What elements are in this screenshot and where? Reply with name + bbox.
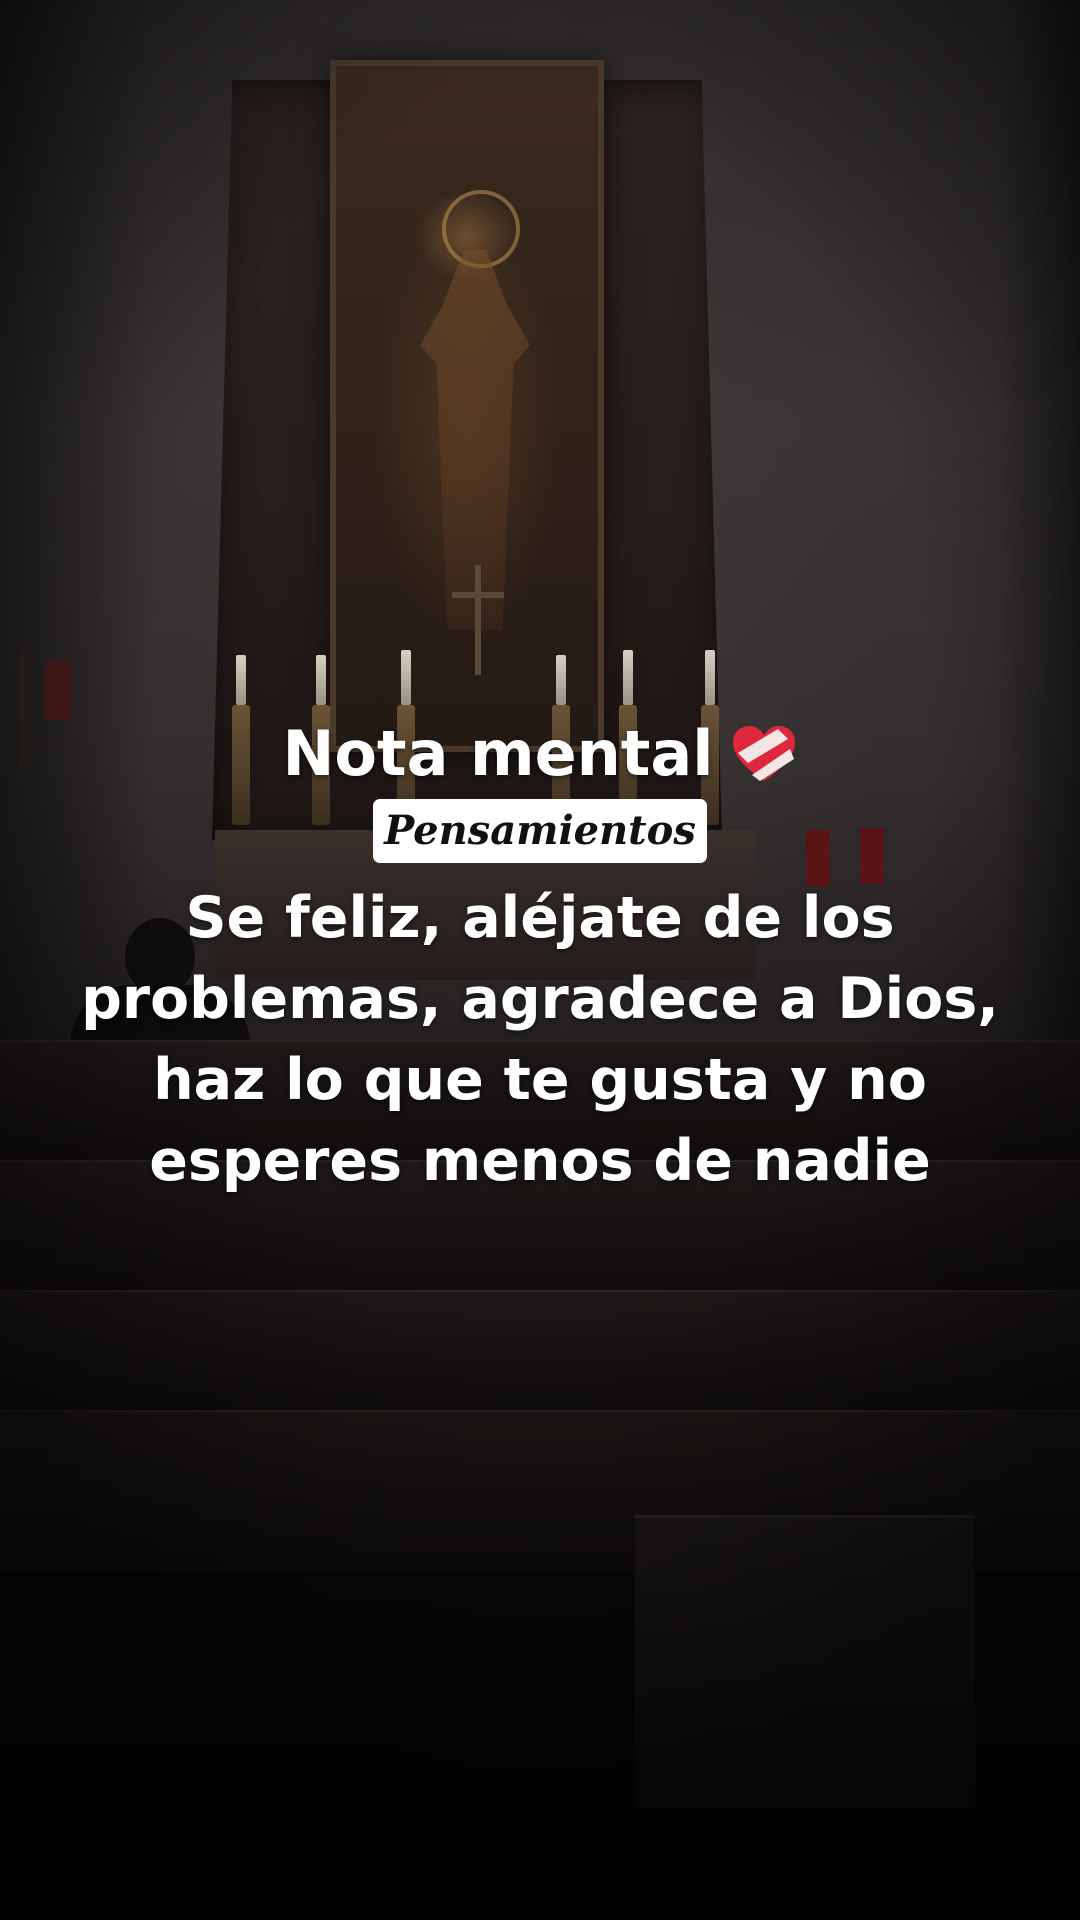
quote-line: esperes menos de nadie <box>149 1128 931 1194</box>
quote-text: Se feliz, aléjate de los problemas, agra… <box>60 878 1020 1202</box>
quote-line: haz lo que te gusta y no <box>153 1047 927 1113</box>
mending-heart-icon <box>732 726 795 781</box>
quote-line: Se feliz, aléjate de los <box>185 885 895 951</box>
title-row: Nota mental <box>0 716 1080 792</box>
category-tag: Pensamientos <box>373 799 707 863</box>
quote-line: problemas, agradece a Dios, <box>81 966 999 1032</box>
photo-background: Nota mental Pensamientos Se feliz, aléja… <box>0 0 1080 1920</box>
title-text: Nota mental <box>282 717 714 790</box>
